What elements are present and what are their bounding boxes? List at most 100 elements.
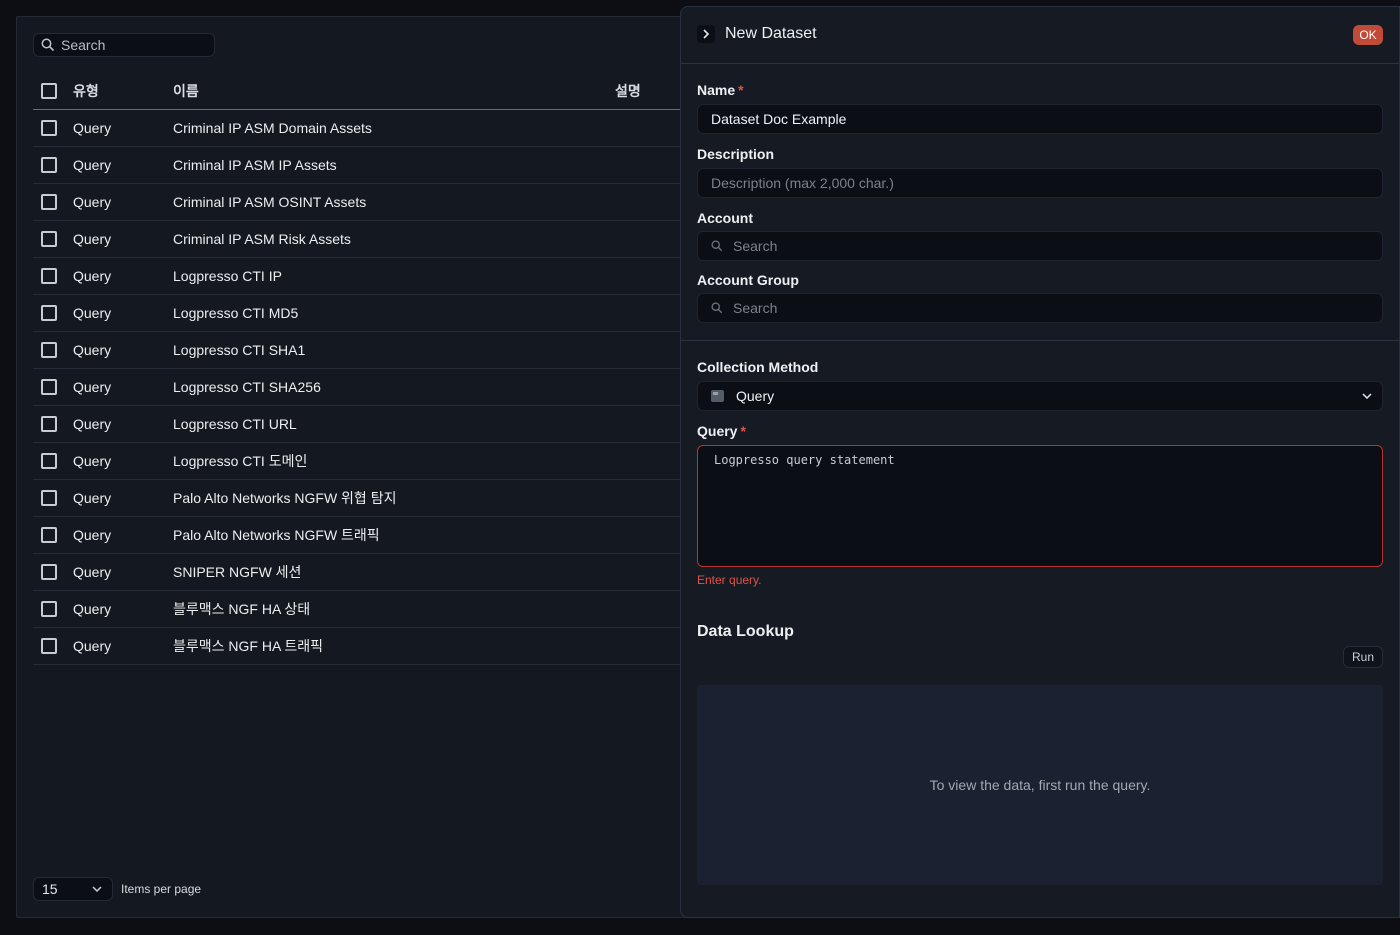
name-input[interactable]: Dataset Doc Example (697, 104, 1383, 134)
row-checkbox[interactable] (41, 157, 57, 173)
table-row[interactable]: Query Criminal IP ASM Domain Assets (33, 110, 697, 147)
search-icon (711, 302, 723, 314)
row-name[interactable]: Logpresso CTI IP (173, 268, 282, 284)
name-label: Name * (697, 82, 744, 98)
table-row[interactable]: Query Criminal IP ASM OSINT Assets (33, 184, 697, 221)
row-checkbox[interactable] (41, 194, 57, 210)
table-row[interactable]: Query Logpresso CTI IP (33, 258, 697, 295)
page-size-select[interactable]: 15 (33, 877, 113, 901)
table-row[interactable]: Query Logpresso CTI SHA256 (33, 369, 697, 406)
row-name[interactable]: 블루맥스 NGF HA 트래픽 (173, 636, 323, 656)
row-type: Query (73, 453, 112, 469)
row-checkbox[interactable] (41, 342, 57, 358)
empty-results-message: To view the data, first run the query. (929, 777, 1151, 793)
row-name[interactable]: Criminal IP ASM OSINT Assets (173, 194, 366, 210)
table-body: Query Criminal IP ASM Domain Assets Query… (33, 110, 697, 665)
table-row[interactable]: Query Logpresso CTI 도메인 (33, 443, 697, 480)
column-header-type[interactable]: 유형 (73, 81, 99, 101)
row-checkbox[interactable] (41, 379, 57, 395)
row-name[interactable]: Logpresso CTI MD5 (173, 305, 298, 321)
row-type: Query (73, 194, 112, 210)
chevron-down-icon (1362, 393, 1372, 399)
row-name[interactable]: Criminal IP ASM IP Assets (173, 157, 337, 173)
row-checkbox[interactable] (41, 453, 57, 469)
ok-button[interactable]: OK (1353, 25, 1383, 45)
row-name[interactable]: Criminal IP ASM Domain Assets (173, 120, 372, 136)
drawer-title: New Dataset (725, 25, 817, 42)
row-type: Query (73, 527, 112, 543)
row-checkbox[interactable] (41, 120, 57, 136)
query-editor[interactable]: Logpresso query statement (697, 445, 1383, 567)
row-name[interactable]: Logpresso CTI URL (173, 416, 297, 432)
select-all-checkbox[interactable] (41, 83, 57, 99)
data-lookup-results: To view the data, first run the query. (697, 685, 1383, 885)
row-name[interactable]: Palo Alto Networks NGFW 위협 탐지 (173, 488, 396, 508)
row-name[interactable]: SNIPER NGFW 세션 (173, 562, 301, 582)
row-type: Query (73, 416, 112, 432)
chevron-right-icon (703, 29, 710, 39)
row-checkbox[interactable] (41, 490, 57, 506)
row-checkbox[interactable] (41, 601, 57, 617)
table-row[interactable]: Query SNIPER NGFW 세션 (33, 554, 697, 591)
query-label-text: Query (697, 423, 738, 439)
terminal-icon (711, 390, 724, 402)
collection-method-label: Collection Method (697, 359, 819, 375)
table-row[interactable]: Query Logpresso CTI SHA1 (33, 332, 697, 369)
table-row[interactable]: Query Logpresso CTI MD5 (33, 295, 697, 332)
row-checkbox[interactable] (41, 416, 57, 432)
table-row[interactable]: Query Logpresso CTI URL (33, 406, 697, 443)
description-input[interactable]: Description (max 2,000 char.) (697, 168, 1383, 198)
row-type: Query (73, 120, 112, 136)
table-row[interactable]: Query 블루맥스 NGF HA 상태 (33, 591, 697, 628)
pagination: 15 Items per page (33, 877, 201, 901)
account-search-placeholder: Search (733, 238, 778, 254)
row-name[interactable]: 블루맥스 NGF HA 상태 (173, 599, 310, 619)
name-label-text: Name (697, 82, 736, 98)
required-mark: * (740, 423, 746, 439)
row-type: Query (73, 305, 112, 321)
row-name[interactable]: Logpresso CTI SHA256 (173, 379, 321, 395)
required-mark: * (738, 82, 744, 98)
new-dataset-drawer: New Dataset OK Name * Dataset Doc Example… (680, 6, 1400, 918)
row-type: Query (73, 379, 112, 395)
account-group-label: Account Group (697, 272, 799, 288)
row-name[interactable]: Logpresso CTI SHA1 (173, 342, 305, 358)
table-row[interactable]: Query Criminal IP ASM Risk Assets (33, 221, 697, 258)
section-divider (681, 340, 1400, 341)
chevron-down-icon (92, 886, 102, 892)
row-name[interactable]: Logpresso CTI 도메인 (173, 451, 307, 471)
row-type: Query (73, 268, 112, 284)
table-row[interactable]: Query 블루맥스 NGF HA 트래픽 (33, 628, 697, 665)
row-name[interactable]: Criminal IP ASM Risk Assets (173, 231, 351, 247)
table-header: 유형 이름 설명 (33, 73, 697, 110)
table-row[interactable]: Query Palo Alto Networks NGFW 트래픽 (33, 517, 697, 554)
list-search-placeholder: Search (61, 37, 106, 53)
row-checkbox[interactable] (41, 638, 57, 654)
run-query-button[interactable]: Run (1343, 646, 1383, 668)
column-header-description[interactable]: 설명 (615, 81, 641, 101)
row-checkbox[interactable] (41, 564, 57, 580)
collection-method-select[interactable]: Query (697, 381, 1383, 411)
account-group-search-input[interactable]: Search (697, 293, 1383, 323)
row-checkbox[interactable] (41, 527, 57, 543)
table-row[interactable]: Query Criminal IP ASM IP Assets (33, 147, 697, 184)
collapse-drawer-button[interactable] (697, 25, 715, 43)
column-header-name[interactable]: 이름 (173, 81, 199, 101)
description-label: Description (697, 146, 775, 162)
table-row[interactable]: Query Palo Alto Networks NGFW 위협 탐지 (33, 480, 697, 517)
row-checkbox[interactable] (41, 268, 57, 284)
query-label: Query * (697, 423, 746, 439)
list-search-input[interactable]: Search (33, 33, 215, 57)
search-icon (711, 240, 723, 252)
row-type: Query (73, 564, 112, 580)
description-placeholder: Description (max 2,000 char.) (711, 175, 894, 191)
row-name[interactable]: Palo Alto Networks NGFW 트래픽 (173, 525, 380, 545)
row-type: Query (73, 490, 112, 506)
query-error-message: Enter query. (697, 573, 762, 587)
collection-method-value: Query (736, 388, 775, 404)
row-type: Query (73, 231, 112, 247)
row-type: Query (73, 157, 112, 173)
row-checkbox[interactable] (41, 305, 57, 321)
row-checkbox[interactable] (41, 231, 57, 247)
account-search-input[interactable]: Search (697, 231, 1383, 261)
